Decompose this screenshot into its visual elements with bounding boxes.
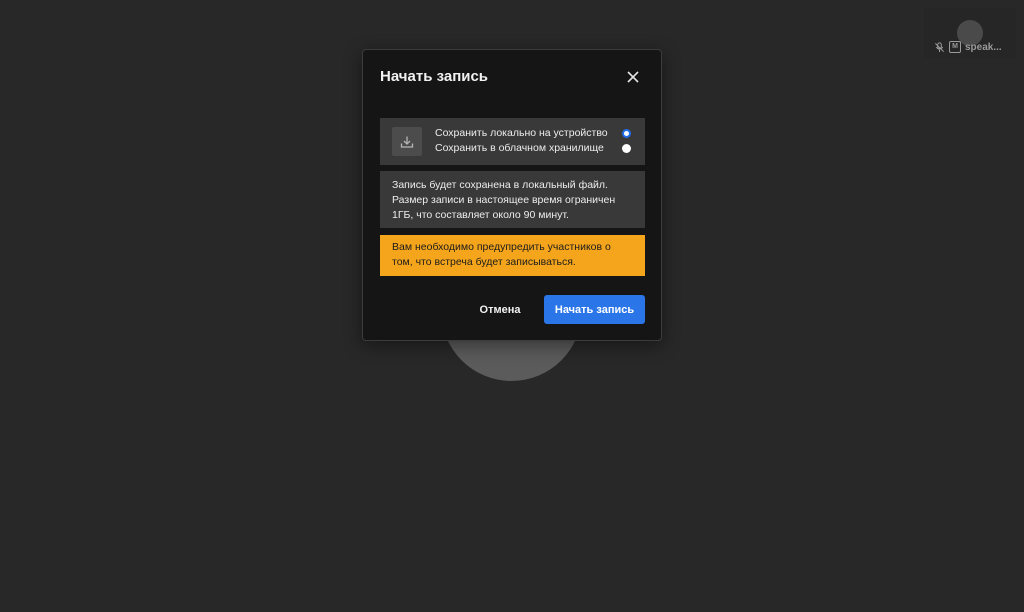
cancel-button[interactable]: Отмена <box>467 295 533 324</box>
participant-tile[interactable]: M speak... <box>924 8 1016 58</box>
participant-badge: M <box>949 41 961 53</box>
info-message: Запись будет сохранена в локальный файл.… <box>380 171 645 228</box>
close-button[interactable] <box>625 69 641 85</box>
download-icon <box>400 136 414 148</box>
info-line: Размер записи в настоящее время ограниче… <box>392 194 616 206</box>
warning-line: том, что встреча будет записываться. <box>392 256 576 268</box>
radio-save-local[interactable] <box>622 128 631 138</box>
download-icon-box <box>392 127 422 156</box>
option-save-cloud-label: Сохранить в облачном хранилище <box>435 142 604 154</box>
save-location-options: Сохранить локально на устройство Сохрани… <box>380 118 645 165</box>
info-line: Запись будет сохранена в локальный файл. <box>392 179 608 191</box>
participant-status-bar: M speak... <box>934 40 1002 54</box>
participant-name: speak... <box>965 41 1002 53</box>
option-save-cloud[interactable]: Сохранить в облачном хранилище <box>435 142 631 154</box>
warning-message: Вам необходимо предупредить участников о… <box>380 235 645 276</box>
warning-line: Вам необходимо предупредить участников о <box>392 241 611 253</box>
start-recording-dialog: Начать запись Сохранить локально на устр… <box>362 49 662 341</box>
option-save-local-label: Сохранить локально на устройство <box>435 127 608 139</box>
close-icon <box>627 71 639 83</box>
mic-muted-icon <box>935 41 944 52</box>
dialog-title: Начать запись <box>380 68 489 85</box>
start-recording-button[interactable]: Начать запись <box>544 295 645 324</box>
meeting-stage: M speak... Начать запись Сохранить локал… <box>0 0 1024 612</box>
radio-save-cloud[interactable] <box>622 143 631 153</box>
info-line: 1ГБ, что составляет около 90 минут. <box>392 209 569 221</box>
option-save-local[interactable]: Сохранить локально на устройство <box>435 127 631 139</box>
